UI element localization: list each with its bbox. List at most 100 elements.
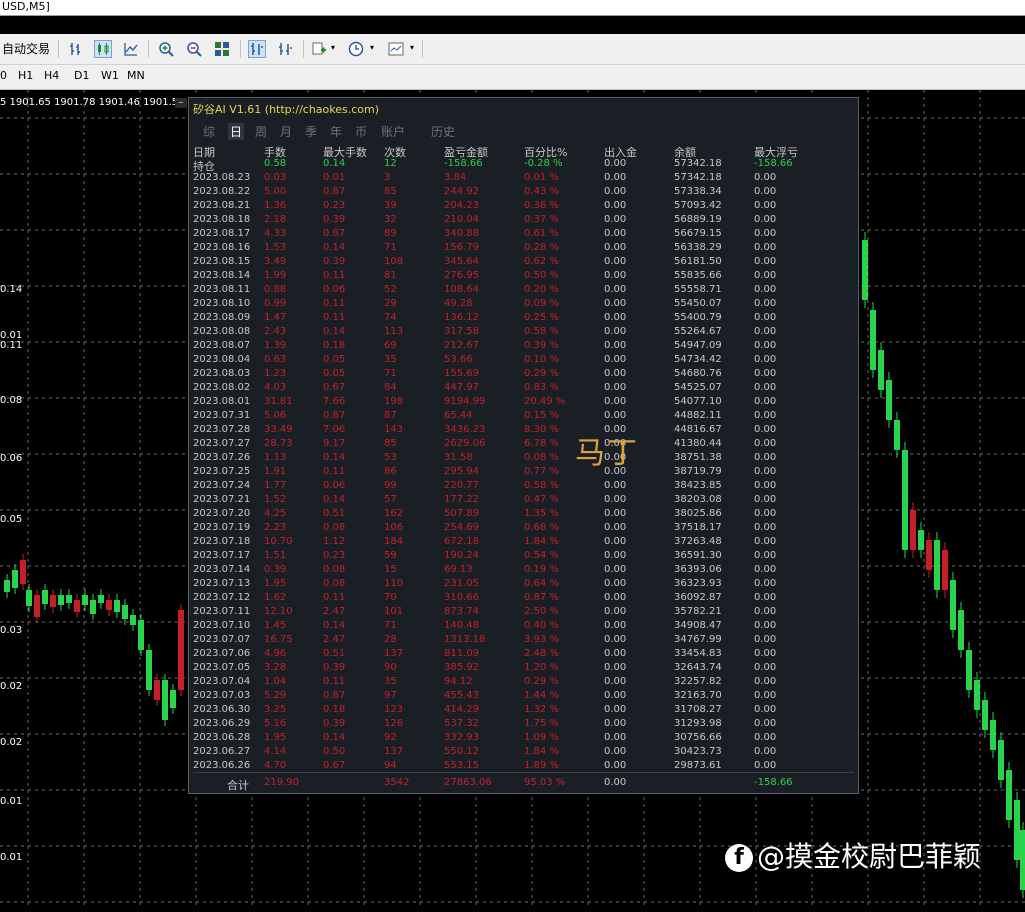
timeframe-button[interactable]: H4	[44, 69, 59, 82]
table-cell: 0.00	[754, 438, 777, 449]
candle-body	[154, 680, 160, 700]
table-cell: 0.00	[604, 662, 627, 673]
table-cell: 345.64	[444, 256, 479, 267]
table-cell: 143	[384, 424, 404, 435]
table-cell: 0.00	[754, 550, 777, 561]
candle-body	[122, 605, 128, 619]
table-cell: 0.00	[754, 354, 777, 365]
price-label: 0.02	[0, 681, 23, 692]
table-cell: 0.20 %	[524, 284, 559, 295]
table-cell: 30423.73	[674, 746, 722, 757]
row-date: 2023.08.14	[193, 270, 251, 281]
tile-windows-icon[interactable]	[213, 40, 231, 58]
tab-quarterly[interactable]: 季	[305, 123, 317, 140]
table-cell: 49.28	[444, 298, 473, 309]
bar-chart-icon[interactable]	[67, 40, 85, 58]
table-cell: 1.04	[264, 676, 287, 687]
chart-shift-icon[interactable]	[276, 40, 294, 58]
table-cell: 56889.19	[674, 214, 722, 225]
table-cell: 108.64	[444, 284, 479, 295]
table-cell: 0.00	[754, 536, 777, 547]
table-cell: 44816.67	[674, 424, 722, 435]
auto-trade-button[interactable]: 自动交易	[2, 39, 50, 59]
main-toolbar: 自动交易 ▾ ▾ ▾	[0, 34, 1025, 65]
timeframe-button[interactable]: 0	[0, 69, 7, 82]
table-cell: 36323.93	[674, 578, 722, 589]
table-cell: 0.00	[754, 298, 777, 309]
timeframe-button[interactable]: D1	[74, 69, 89, 82]
tab-daily[interactable]: 日	[228, 123, 245, 140]
table-cell: 0.00	[754, 228, 777, 239]
table-cell: 4.33	[264, 228, 287, 239]
table-cell: 0.00	[604, 620, 627, 631]
table-cell: 0.08	[323, 564, 346, 575]
table-cell: 31.81	[264, 396, 293, 407]
table-cell: 8.30 %	[524, 424, 559, 435]
table-cell: 55835.66	[674, 270, 722, 281]
table-cell: 32	[384, 214, 397, 225]
table-cell: 177.22	[444, 494, 479, 505]
table-cell: 0.00	[754, 704, 777, 715]
table-cell: 57338.34	[674, 186, 722, 197]
candle-body	[950, 580, 956, 630]
candle-body	[146, 650, 152, 690]
candle-body	[20, 560, 26, 584]
timeframe-button[interactable]: MN	[127, 69, 145, 82]
table-cell: 20.49 %	[524, 396, 566, 407]
tab-currency[interactable]: 币	[355, 123, 367, 140]
table-cell: 136.12	[444, 312, 479, 323]
row-date: 2023.07.20	[193, 508, 251, 519]
table-cell: 0.00	[604, 228, 627, 239]
row-date: 2023.07.24	[193, 480, 251, 491]
chevron-down-icon[interactable]: ▾	[331, 43, 335, 52]
holding-cell: 12	[384, 158, 397, 169]
table-cell: 54077.10	[674, 396, 722, 407]
toolbar-separator	[303, 40, 304, 58]
tab-overview[interactable]: 综	[203, 123, 215, 140]
chevron-down-icon[interactable]: ▾	[370, 43, 374, 52]
indicators-icon[interactable]	[310, 40, 328, 58]
table-cell: 15	[384, 564, 397, 575]
table-cell: 54947.09	[674, 340, 722, 351]
auto-scroll-icon[interactable]	[248, 40, 266, 58]
price-label: 0.14	[0, 284, 23, 295]
table-cell: 84	[384, 382, 397, 393]
tab-history[interactable]: 历史	[431, 123, 455, 140]
totals-cell: -158.66	[754, 777, 793, 788]
table-cell: 97	[384, 690, 397, 701]
table-cell: 3.28	[264, 662, 287, 673]
zoom-in-icon[interactable]	[157, 40, 175, 58]
table-cell: 35	[384, 354, 397, 365]
row-date: 2023.08.16	[193, 242, 251, 253]
timeframe-button[interactable]: W1	[101, 69, 119, 82]
tab-weekly[interactable]: 周	[255, 123, 267, 140]
table-cell: 0.09 %	[524, 298, 559, 309]
tab-yearly[interactable]: 年	[330, 123, 342, 140]
templates-icon[interactable]	[387, 40, 405, 58]
tab-account[interactable]: 账户	[381, 123, 405, 140]
table-cell: 0.00	[604, 270, 627, 281]
candle-body	[1020, 830, 1025, 890]
table-cell: 55400.79	[674, 312, 722, 323]
tab-monthly[interactable]: 月	[280, 123, 292, 140]
candle-body	[902, 450, 908, 550]
minimize-icon[interactable]: –	[175, 98, 187, 108]
chevron-down-icon[interactable]: ▾	[410, 43, 414, 52]
zoom-out-icon[interactable]	[185, 40, 203, 58]
table-cell: 0.00	[754, 368, 777, 379]
line-chart-icon[interactable]	[122, 40, 140, 58]
toolbar-separator	[422, 40, 423, 58]
table-cell: 94.12	[444, 676, 473, 687]
timeframe-button[interactable]: H1	[18, 69, 33, 82]
table-cell: 57342.18	[674, 172, 722, 183]
periods-clock-icon[interactable]	[347, 40, 365, 58]
table-cell: 0.00	[754, 760, 777, 771]
table-cell: 1.35 %	[524, 508, 559, 519]
table-cell: 455.43	[444, 690, 479, 701]
candlestick-icon[interactable]	[94, 40, 112, 58]
row-date: 2023.07.31	[193, 410, 251, 421]
totals-divider	[193, 772, 854, 773]
table-cell: 10.70	[264, 536, 293, 547]
table-cell: 65.44	[444, 410, 473, 421]
table-cell: 0.00	[604, 648, 627, 659]
